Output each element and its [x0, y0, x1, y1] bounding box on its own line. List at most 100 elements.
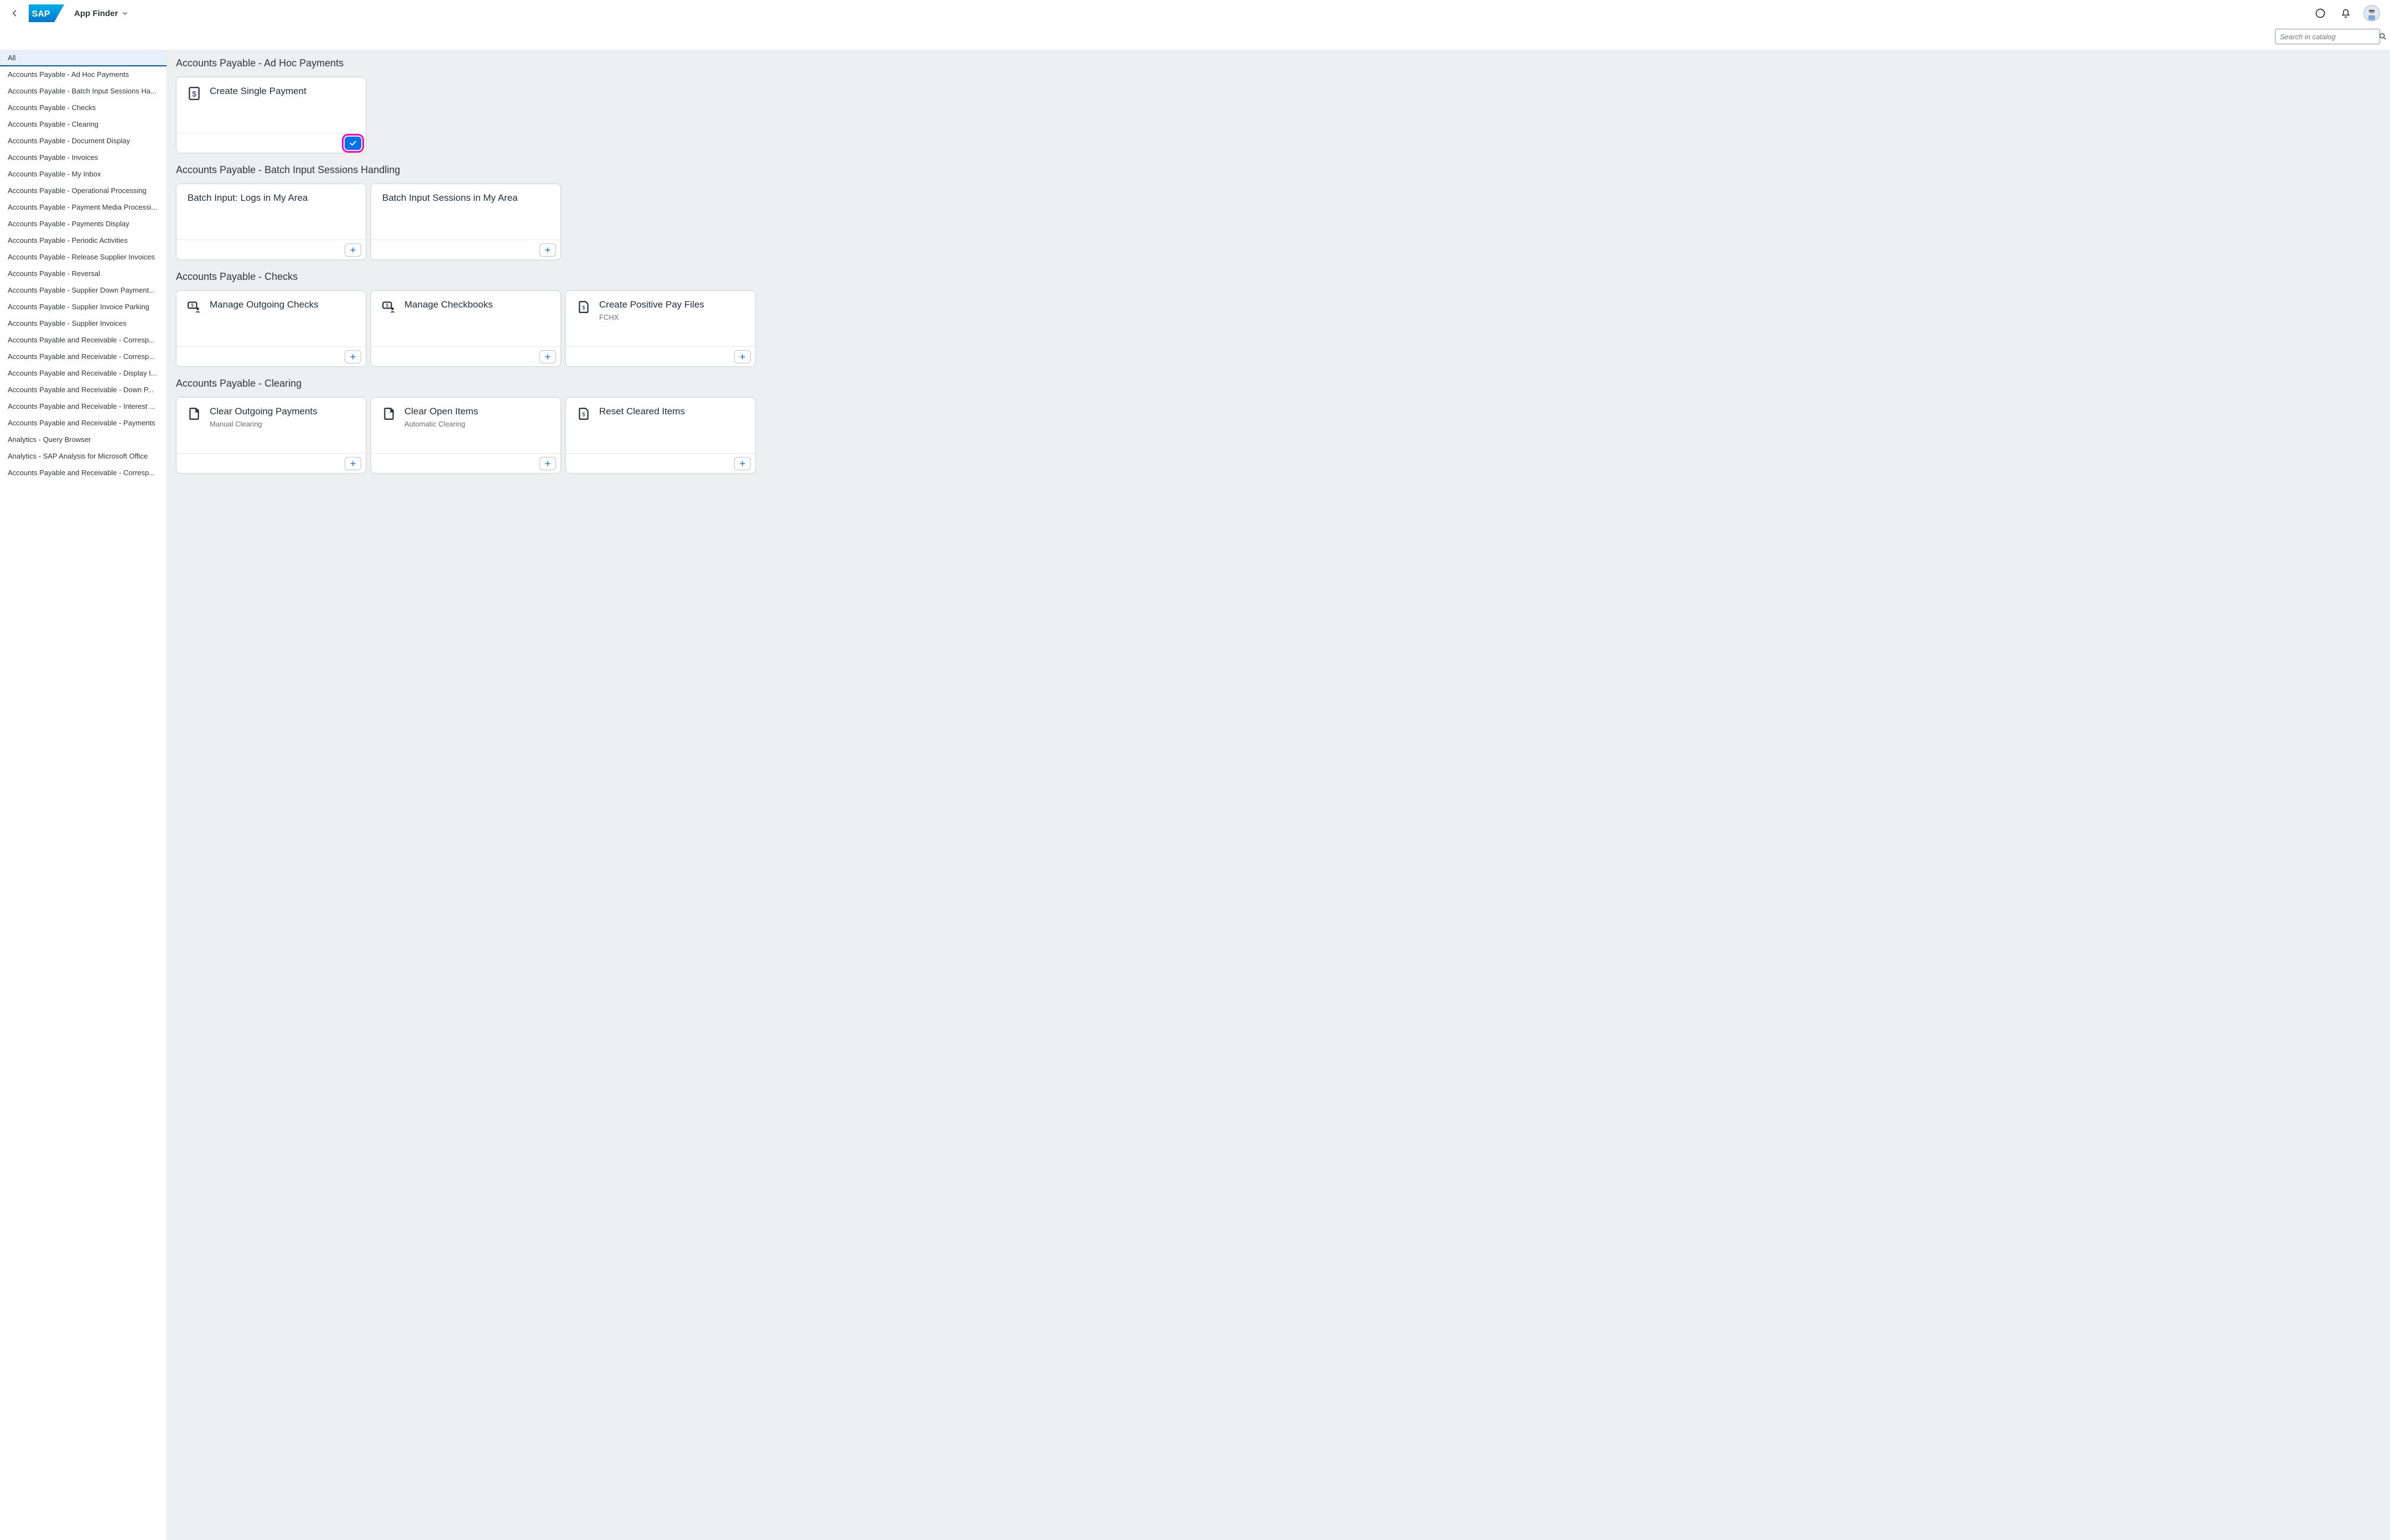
tile-body: Create Single Payment	[176, 77, 366, 133]
tile-title: Manage Outgoing Checks	[210, 299, 319, 311]
plus-icon	[543, 352, 552, 361]
tile-body: Create Positive Pay FilesFCHX	[566, 291, 755, 346]
sidebar-item[interactable]: Accounts Payable and Receivable - Intere…	[0, 398, 167, 415]
sidebar-item[interactable]: Accounts Payable - Batch Input Sessions …	[0, 83, 167, 100]
plus-icon	[738, 352, 747, 361]
section-title: Accounts Payable - Batch Input Sessions …	[176, 164, 2381, 176]
sidebar-item[interactable]: Accounts Payable - Supplier Invoice Park…	[0, 299, 167, 315]
sidebar-item[interactable]: Accounts Payable - Checks	[0, 100, 167, 116]
sidebar-item[interactable]: Accounts Payable - Periodic Activities	[0, 232, 167, 249]
shell-header: SAP App Finder	[0, 0, 2390, 27]
doc-x-icon	[381, 407, 397, 422]
pin-button[interactable]	[539, 457, 556, 470]
tile-body: Manage Outgoing Checks	[176, 291, 366, 346]
plus-icon	[738, 459, 747, 468]
sidebar-item[interactable]: Accounts Payable - Invoices	[0, 149, 167, 166]
sidebar-item[interactable]: Accounts Payable - Reversal	[0, 266, 167, 282]
tile-row: Manage Outgoing Checks Manage CheckbooksC…	[176, 290, 2381, 367]
catalog-search-input[interactable]	[2280, 33, 2378, 41]
pin-button[interactable]	[345, 243, 361, 257]
tile-title: Clear Outgoing Payments	[210, 405, 318, 418]
tile-body: Clear Open Items Automatic Clearing	[371, 398, 560, 453]
sidebar-item[interactable]: Accounts Payable and Receivable - Corres…	[0, 348, 167, 365]
catalog-sidebar: AllAccounts Payable - Ad Hoc PaymentsAcc…	[0, 50, 167, 1540]
back-button[interactable]	[6, 4, 24, 23]
sidebar-item[interactable]: Accounts Payable and Receivable - Corres…	[0, 332, 167, 348]
tile-footer	[176, 133, 366, 153]
unpin-button[interactable]	[345, 137, 361, 150]
avatar-icon	[2365, 5, 2379, 22]
sidebar-item[interactable]: Accounts Payable and Receivable - Paymen…	[0, 415, 167, 431]
svg-text:SAP: SAP	[32, 9, 50, 19]
app-tile[interactable]: Clear Open Items Automatic Clearing	[371, 397, 561, 474]
tile-subtitle: Manual Clearing	[210, 420, 318, 428]
tile-row: Create Single Payment	[176, 77, 2381, 153]
plus-icon	[543, 246, 552, 254]
tile-body: Batch Input: Logs in My Area	[176, 184, 366, 240]
pin-button[interactable]	[539, 243, 556, 257]
pin-button[interactable]	[345, 457, 361, 470]
pin-button[interactable]	[345, 350, 361, 363]
app-tile[interactable]: Reset Cleared Items	[565, 397, 756, 474]
sidebar-item[interactable]: Accounts Payable - My Inbox	[0, 166, 167, 183]
app-tile[interactable]: Create Single Payment	[176, 77, 366, 153]
app-tile[interactable]: Manage Checkbooks	[371, 290, 561, 367]
pin-button[interactable]	[734, 350, 751, 363]
sidebar-item[interactable]: Accounts Payable - Payment Media Process…	[0, 199, 167, 216]
tile-footer	[566, 346, 755, 366]
section-title: Accounts Payable - Checks	[176, 271, 2381, 283]
sap-logo[interactable]: SAP	[29, 4, 64, 22]
chevron-left-icon	[10, 8, 20, 18]
sidebar-item[interactable]: Accounts Payable - Payments Display	[0, 216, 167, 232]
plus-icon	[349, 352, 357, 361]
sidebar-item[interactable]: Accounts Payable - Release Supplier Invo…	[0, 249, 167, 266]
tile-footer	[176, 240, 366, 259]
sidebar-item[interactable]: Accounts Payable - Clearing	[0, 116, 167, 133]
app-tile[interactable]: Manage Outgoing Checks	[176, 290, 366, 367]
copilot-icon	[2315, 8, 2326, 19]
tile-subtitle: Automatic Clearing	[404, 420, 478, 428]
sidebar-item[interactable]: Accounts Payable - Supplier Invoices	[0, 315, 167, 332]
tile-title: Clear Open Items	[404, 405, 478, 418]
copilot-button[interactable]	[2313, 6, 2328, 21]
user-avatar[interactable]	[2363, 5, 2380, 22]
sidebar-item[interactable]: Accounts Payable - Operational Processin…	[0, 183, 167, 199]
tile-body: Reset Cleared Items	[566, 398, 755, 453]
doc-x-icon	[186, 407, 202, 422]
tile-title: Create Single Payment	[210, 85, 306, 97]
tile-body: Clear Outgoing Payments Manual Clearing	[176, 398, 366, 453]
catalog-search[interactable]	[2275, 29, 2380, 44]
app-tile[interactable]: Create Positive Pay FilesFCHX	[565, 290, 756, 367]
app-tile[interactable]: Clear Outgoing Payments Manual Clearing	[176, 397, 366, 474]
pin-button[interactable]	[734, 457, 751, 470]
sidebar-item[interactable]: Analytics - SAP Analysis for Microsoft O…	[0, 448, 167, 465]
catalog-content: Accounts Payable - Ad Hoc Payments Create…	[167, 50, 2390, 1540]
tile-footer	[176, 453, 366, 473]
sidebar-item[interactable]: Accounts Payable - Supplier Down Payment…	[0, 282, 167, 299]
dollar-doc-icon	[186, 86, 202, 102]
sidebar-item[interactable]: Accounts Payable - Document Display	[0, 133, 167, 149]
sidebar-item[interactable]: Accounts Payable and Receivable - Displa…	[0, 365, 167, 382]
app-tile[interactable]: Batch Input Sessions in My Area	[371, 184, 561, 260]
tile-footer	[371, 453, 560, 473]
tile-footer	[566, 453, 755, 473]
tile-title: Reset Cleared Items	[599, 405, 685, 418]
shell-title-dropdown[interactable]: App Finder	[74, 9, 129, 18]
shell-title-text: App Finder	[74, 9, 118, 18]
tile-title: Batch Input Sessions in My Area	[382, 192, 518, 204]
main-area: AllAccounts Payable - Ad Hoc PaymentsAcc…	[0, 50, 2390, 1540]
tile-subtitle: FCHX	[599, 313, 704, 321]
search-row	[0, 27, 2390, 50]
tile-footer	[371, 240, 560, 259]
notifications-button[interactable]	[2338, 6, 2353, 21]
section-title: Accounts Payable - Ad Hoc Payments	[176, 58, 2381, 69]
sidebar-item[interactable]: Accounts Payable - Ad Hoc Payments	[0, 66, 167, 83]
sidebar-item[interactable]: Accounts Payable and Receivable - Down P…	[0, 382, 167, 398]
sidebar-item[interactable]: All	[0, 50, 167, 66]
plus-icon	[349, 246, 357, 254]
sidebar-item[interactable]: Analytics - Query Browser	[0, 431, 167, 448]
sidebar-item[interactable]: Accounts Payable and Receivable - Corres…	[0, 465, 167, 481]
plus-icon	[349, 459, 357, 468]
pin-button[interactable]	[539, 350, 556, 363]
app-tile[interactable]: Batch Input: Logs in My Area	[176, 184, 366, 260]
